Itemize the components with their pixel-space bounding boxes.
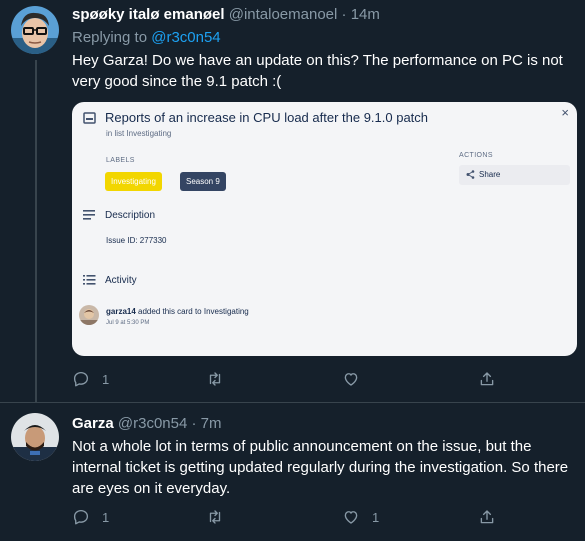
replying-to-label: Replying to (72, 29, 148, 46)
like-count: 1 (372, 509, 380, 525)
timestamp[interactable]: 14m (351, 6, 380, 23)
reply-icon (73, 509, 89, 525)
separator: · (191, 415, 197, 432)
display-name[interactable]: spøøky italø emanøel (72, 6, 225, 23)
like-icon (344, 511, 358, 524)
separator: · (341, 6, 347, 23)
activity-description: added this card to Investigating (135, 307, 249, 316)
share-label: Share (479, 170, 501, 179)
activity-avatar (79, 305, 99, 325)
like-button[interactable]: 1 (342, 508, 379, 526)
reply-button[interactable]: 1 (72, 508, 109, 526)
tweet-italo[interactable]: spøøky italø emanøel @intaloemanoel · 14… (0, 0, 585, 402)
activity-heading: Activity (105, 275, 137, 286)
label-investigating: Investigating (105, 172, 162, 191)
user-handle[interactable]: @intaloemanoel (229, 6, 338, 23)
user-handle[interactable]: @r3c0n54 (118, 415, 187, 432)
description-heading: Description (105, 210, 156, 221)
reply-button[interactable]: 1 (72, 370, 109, 388)
card-title: Reports of an increase in CPU load after… (105, 110, 429, 125)
share-icon (480, 510, 494, 524)
description-icon (83, 210, 95, 220)
actions-heading: ACTIONS (459, 152, 493, 159)
reply-count: 1 (102, 371, 110, 387)
reply-count: 1 (102, 509, 110, 525)
issue-id: Issue ID: 277330 (106, 236, 167, 245)
avatar-italo[interactable] (11, 6, 59, 54)
share-arrow-icon (466, 170, 475, 179)
tweet-text: Not a whole lot in terms of public annou… (72, 438, 569, 497)
replying-to-handle[interactable]: @r3c0n54 (151, 29, 220, 46)
labels-heading: LABELS (106, 157, 135, 164)
share-button[interactable] (478, 370, 496, 388)
tweet-garza[interactable]: Garza @r3c0n54 · 7m Not a whole lot in t… (0, 402, 585, 541)
display-name[interactable]: Garza (72, 415, 114, 432)
share-button[interactable] (478, 508, 496, 526)
timestamp[interactable]: 7m (201, 415, 222, 432)
card-share-button: Share (459, 165, 570, 185)
reply-icon (73, 371, 89, 387)
card-icon (83, 112, 96, 124)
like-button[interactable] (342, 370, 372, 388)
retweet-icon (209, 372, 221, 386)
activity-time: Jul 9 at 5:30 PM (106, 320, 150, 326)
tweet-header: Garza @r3c0n54 · 7m (72, 415, 222, 432)
avatar-garza[interactable] (11, 413, 59, 461)
activity-icon (83, 275, 96, 285)
retweet-icon (209, 510, 221, 524)
retweet-button[interactable] (206, 370, 236, 388)
tweet-text: Hey Garza! Do we have an update on this?… (72, 52, 563, 90)
replying-to: Replying to @r3c0n54 (72, 29, 221, 46)
attached-image-card[interactable]: Reports of an increase in CPU load after… (72, 102, 577, 356)
retweet-button[interactable] (206, 508, 236, 526)
label-season: Season 9 (180, 172, 226, 191)
share-icon (480, 372, 494, 386)
activity-entry: garza14 added this card to Investigating (106, 307, 249, 316)
card-subtitle: in list Investigating (106, 129, 172, 138)
thread-line (35, 60, 37, 402)
close-icon: × (561, 105, 569, 120)
activity-user: garza14 (106, 307, 136, 316)
tweet-header: spøøky italø emanøel @intaloemanoel · 14… (72, 6, 380, 23)
like-icon (344, 373, 358, 386)
